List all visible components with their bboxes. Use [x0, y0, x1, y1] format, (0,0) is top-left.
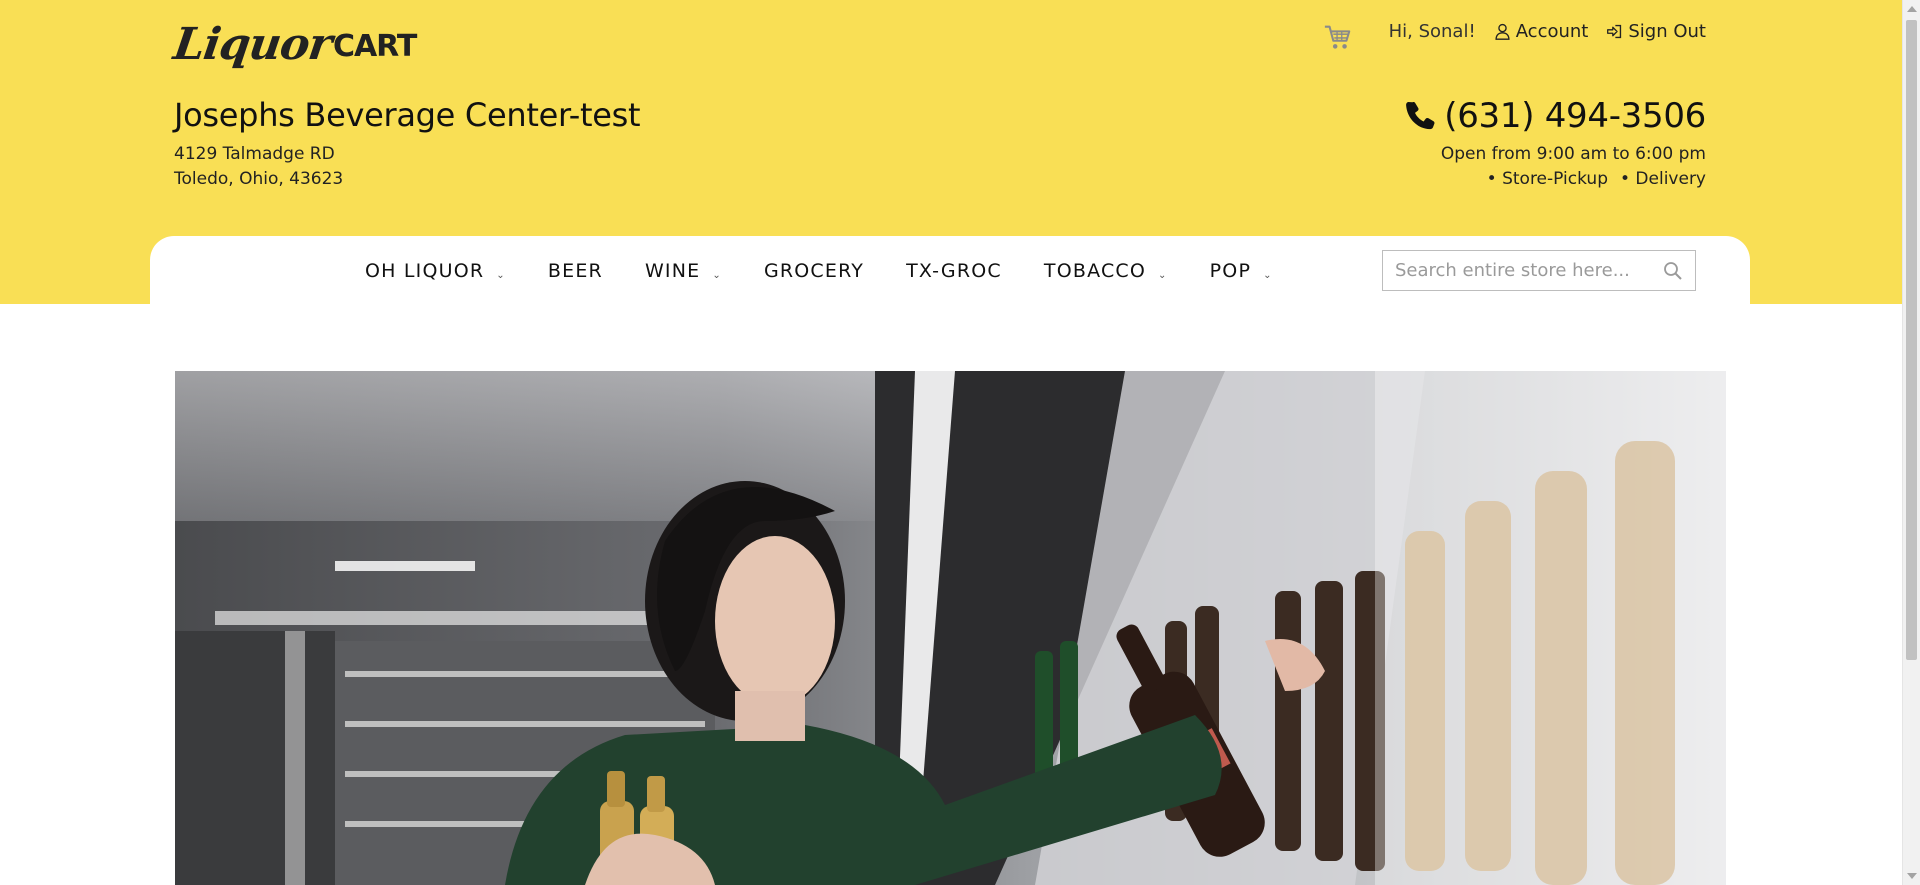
store-name: Josephs Beverage Center-test: [174, 96, 641, 134]
nav-item-oh-liquor[interactable]: OH LIQUOR ⌄: [365, 260, 506, 282]
search-input[interactable]: [1395, 260, 1663, 281]
chevron-down-icon: ⌄: [496, 269, 506, 281]
logo-script-text: Liquor: [170, 19, 335, 70]
nav-item-beer[interactable]: BEER: [548, 260, 603, 282]
nav-item-wine[interactable]: WINE ⌄: [645, 260, 722, 282]
nav-item-tobacco[interactable]: TOBACCO ⌄: [1044, 260, 1168, 282]
search-box: [1382, 250, 1696, 291]
sign-out-label: Sign Out: [1628, 20, 1706, 42]
service-store-pickup: • Store-Pickup: [1486, 169, 1608, 189]
store-address-line1: 4129 Talmadge RD: [174, 144, 335, 164]
user-icon: [1495, 23, 1510, 40]
store-phone[interactable]: (631) 494-3506: [1404, 96, 1706, 136]
scroll-up-arrow-icon[interactable]: [1907, 6, 1917, 12]
nav-item-grocery[interactable]: GROCERY: [764, 260, 864, 282]
nav-item-label: WINE: [644, 260, 701, 282]
nav-item-label: GROCERY: [763, 260, 865, 282]
account-label: Account: [1515, 20, 1589, 42]
logo-bold-text: CART: [332, 29, 417, 64]
main-nav: OH LIQUOR ⌄ BEER WINE ⌄ GROCERY TX-GROC …: [365, 256, 1315, 286]
utility-bar: Hi, Sonal! Account Sign Out: [1323, 14, 1706, 49]
nav-item-label: OH LIQUOR: [365, 260, 485, 282]
nav-item-label: TX-GROC: [906, 260, 1002, 282]
scroll-down-arrow-icon[interactable]: [1907, 873, 1917, 879]
store-services: • Store-Pickup • Delivery: [1487, 169, 1706, 189]
sign-out-link[interactable]: Sign Out: [1606, 21, 1706, 42]
phone-number: (631) 494-3506: [1444, 96, 1706, 136]
account-link[interactable]: Account: [1494, 20, 1589, 42]
service-delivery: • Delivery: [1620, 169, 1706, 189]
page-scrollbar[interactable]: [1902, 0, 1920, 885]
chevron-down-icon: ⌄: [1158, 269, 1168, 281]
phone-icon: [1406, 102, 1435, 130]
chevron-down-icon: ⌄: [1263, 269, 1273, 281]
nav-item-label: BEER: [547, 260, 603, 282]
nav-item-label: TOBACCO: [1043, 260, 1147, 282]
nav-item-label: POP: [1209, 260, 1252, 282]
user-greeting: Hi, Sonal!: [1388, 20, 1476, 42]
sign-out-icon: [1607, 24, 1622, 38]
search-icon[interactable]: [1663, 261, 1683, 281]
chevron-down-icon: ⌄: [712, 269, 722, 281]
hero-photo-illustration: [175, 371, 1726, 885]
scrollbar-thumb[interactable]: [1906, 20, 1917, 660]
hero-banner-image: [175, 371, 1726, 885]
page: Liquor CART Hi, Sonal! Account Sign Out …: [0, 0, 1902, 885]
nav-item-pop[interactable]: POP ⌄: [1210, 260, 1273, 282]
shopping-cart-icon[interactable]: [1323, 22, 1353, 52]
liquorcart-logo[interactable]: Liquor CART: [170, 10, 417, 70]
store-address-line2: Toledo, Ohio, 43623: [174, 169, 344, 189]
store-hours: Open from 9:00 am to 6:00 pm: [1440, 144, 1706, 164]
nav-item-tx-groc[interactable]: TX-GROC: [906, 260, 1002, 282]
